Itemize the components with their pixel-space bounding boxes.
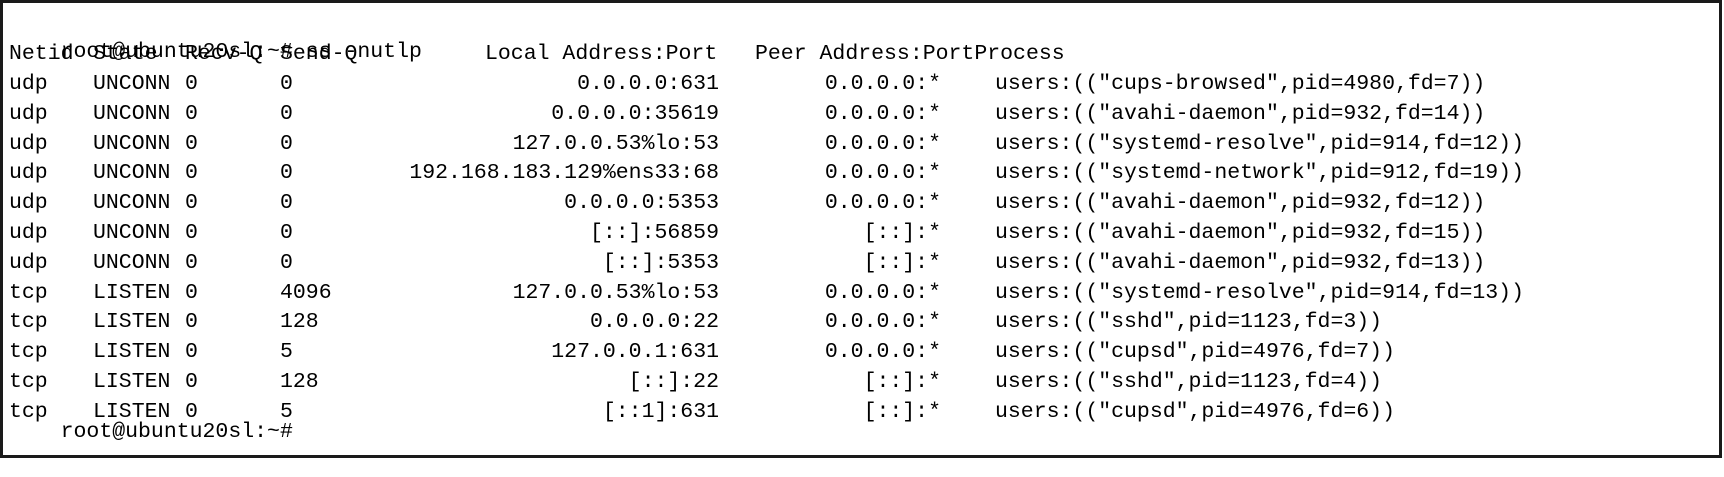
table-row: tcp LISTEN 0 4096 127.0.0.53%lo:53 0.0.0.0:* u… (9, 278, 1709, 308)
cell-netid: udp (9, 250, 48, 275)
header-recvq: Recv-Q (185, 42, 263, 66)
cell-peer-address: [::]:* (863, 221, 941, 245)
cell-sendq: 0 (280, 72, 293, 96)
header-sendq: Send-Q (280, 42, 358, 66)
cell-recvq: 0 (185, 131, 198, 156)
cell-recvq: 0 (185, 280, 198, 305)
cell-peer-address: 0.0.0.0:* (824, 72, 941, 96)
cell-peer-address: 0.0.0.0:* (824, 340, 941, 365)
cell-peer-address: 0.0.0.0:* (824, 310, 941, 335)
cell-local-address: 127.0.0.53%lo:53 (512, 280, 719, 305)
cell-netid: udp (9, 161, 48, 186)
cell-recvq: 0 (185, 250, 198, 275)
cell-state: UNCONN (93, 131, 171, 156)
cell-state: UNCONN (93, 161, 171, 186)
cell-process: users:(("avahi-daemon",pid=932,fd=13)) (995, 250, 1486, 275)
cell-process: users:(("cupsd",pid=4976,fd=6)) (995, 399, 1395, 424)
table-row: tcp LISTEN 0 128 0.0.0.0:22 0.0.0.0:* users:((… (9, 307, 1709, 337)
cell-peer-address: 0.0.0.0:* (824, 280, 941, 305)
cell-state: LISTEN (93, 310, 171, 335)
cell-netid: udp (9, 101, 48, 126)
cell-local-address: 192.168.183.129%ens33:68 (409, 161, 719, 186)
cell-recvq: 0 (185, 161, 198, 186)
cell-local-address: [::1]:631 (602, 399, 719, 424)
cell-process: users:(("sshd",pid=1123,fd=3)) (995, 310, 1383, 335)
cell-process: users:(("avahi-daemon",pid=932,fd=14)) (995, 101, 1486, 126)
cell-netid: udp (9, 131, 48, 156)
cell-peer-address: 0.0.0.0:* (824, 101, 941, 126)
cell-sendq: 0 (280, 221, 293, 245)
cell-recvq: 0 (185, 72, 198, 96)
cell-process: users:(("systemd-resolve",pid=914,fd=12)… (995, 131, 1524, 156)
header-state: State (93, 42, 158, 66)
cell-local-address: [::]:5353 (602, 250, 719, 275)
cell-process: users:(("systemd-network",pid=912,fd=19)… (995, 161, 1524, 186)
command-prompt-line: root@ubuntu20sl:~# ss -nutlp (9, 7, 422, 64)
cell-local-address: 0.0.0.0:5353 (564, 191, 719, 216)
cell-local-address: 0.0.0.0:631 (577, 72, 719, 96)
cell-peer-address: 0.0.0.0:* (824, 161, 941, 186)
cell-sendq: 128 (280, 310, 319, 335)
cell-peer-address: [::]:* (863, 399, 941, 424)
cell-state: UNCONN (93, 250, 171, 275)
cell-peer-address: 0.0.0.0:* (824, 191, 941, 216)
cell-peer-address: [::]:* (863, 370, 941, 394)
cell-peer-address: [::]:* (863, 250, 941, 275)
cell-local-address: 127.0.0.53%lo:53 (512, 131, 719, 156)
cell-netid: udp (9, 221, 48, 245)
cell-local-address: 0.0.0.0:35619 (551, 101, 719, 126)
table-row: tcp LISTEN 0 5 127.0.0.1:631 0.0.0.0:* users:(… (9, 337, 1709, 367)
cell-sendq: 4096 (280, 280, 332, 305)
cell-netid: tcp (9, 340, 48, 365)
final-prompt-text: root@ubuntu20sl:~# (60, 420, 293, 444)
cell-sendq: 0 (280, 250, 293, 275)
table-row: udp UNCONN 0 0 192.168.183.129%ens33:68 0.0.0… (9, 158, 1709, 188)
cell-recvq: 0 (185, 340, 198, 365)
cell-netid: udp (9, 191, 48, 216)
cell-local-address: [::]:22 (628, 370, 719, 394)
header-local-address: Local Address:Port (485, 42, 718, 66)
table-header: Netid State Recv-Q Send-Q Local Address:… (9, 39, 1709, 69)
cell-state: LISTEN (93, 340, 171, 365)
cell-state: UNCONN (93, 101, 171, 126)
table-row: udp UNCONN 0 0 0.0.0.0:35619 0.0.0.0:* users:(… (9, 99, 1709, 129)
cell-sendq: 0 (280, 131, 293, 156)
cell-process: users:(("cupsd",pid=4976,fd=7)) (995, 340, 1395, 365)
cell-recvq: 0 (185, 191, 198, 216)
cell-local-address: 0.0.0.0:22 (589, 310, 719, 335)
cell-netid: tcp (9, 280, 48, 305)
cell-process: users:(("cups-browsed",pid=4980,fd=7)) (995, 72, 1486, 96)
cell-state: UNCONN (93, 191, 171, 216)
header-peer-process: Peer Address:PortProcess (755, 42, 1065, 66)
table-row: udp UNCONN 0 0 0.0.0.0:5353 0.0.0.0:* users:((… (9, 188, 1709, 218)
cell-process: users:(("systemd-resolve",pid=914,fd=13)… (995, 280, 1524, 305)
final-prompt-line: root@ubuntu20sl:~# (9, 387, 293, 444)
cell-netid: tcp (9, 310, 48, 335)
cell-netid: udp (9, 72, 48, 96)
cell-state: LISTEN (93, 280, 171, 305)
cell-process: users:(("avahi-daemon",pid=932,fd=12)) (995, 191, 1486, 216)
table-row: udp UNCONN 0 0 127.0.0.53%lo:53 0.0.0.0:* user… (9, 129, 1709, 159)
cell-process: users:(("sshd",pid=1123,fd=4)) (995, 370, 1383, 394)
cell-sendq: 0 (280, 161, 293, 186)
table-row: udp UNCONN 0 0 [::]:5353 [::]:* users:(("avahi… (9, 248, 1709, 278)
cell-recvq: 0 (185, 310, 198, 335)
cell-recvq: 0 (185, 221, 198, 245)
cell-recvq: 0 (185, 101, 198, 126)
cell-sendq: 5 (280, 340, 293, 365)
table-row: udp UNCONN 0 0 [::]:56859 [::]:* users:(("avah… (9, 218, 1709, 248)
cell-peer-address: 0.0.0.0:* (824, 131, 941, 156)
cell-sendq: 0 (280, 191, 293, 216)
table-row: udp UNCONN 0 0 0.0.0.0:631 0.0.0.0:* users:(("… (9, 69, 1709, 99)
cell-local-address: 127.0.0.1:631 (551, 340, 719, 365)
terminal-window[interactable]: root@ubuntu20sl:~# ss -nutlp Netid State… (0, 0, 1722, 458)
cell-local-address: [::]:56859 (589, 221, 719, 245)
cell-process: users:(("avahi-daemon",pid=932,fd=15)) (995, 221, 1486, 245)
cell-sendq: 0 (280, 101, 293, 126)
cell-state: UNCONN (93, 221, 171, 245)
header-netid: Netid (9, 42, 74, 66)
cell-state: UNCONN (93, 72, 171, 96)
